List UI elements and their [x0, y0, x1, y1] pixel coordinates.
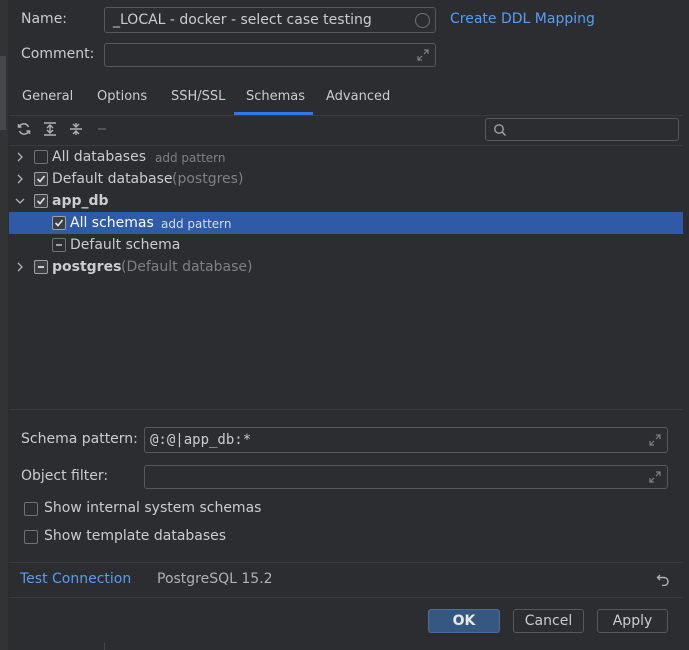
- checkbox-partial[interactable]: [34, 260, 48, 274]
- tab-ssh-ssl[interactable]: SSH/SSL: [171, 89, 225, 104]
- add-pattern-link[interactable]: add pattern: [161, 217, 232, 231]
- name-label: Name:: [21, 11, 68, 27]
- ok-button[interactable]: OK: [428, 609, 500, 633]
- tree-row-default-schema[interactable]: Default schema: [9, 234, 683, 256]
- name-field[interactable]: _LOCAL - docker - select case testing: [104, 7, 436, 33]
- show-template-databases-checkbox[interactable]: [24, 530, 38, 544]
- tree-row-default-database[interactable]: Default database (postgres): [9, 168, 683, 190]
- cancel-button[interactable]: Cancel: [513, 609, 584, 633]
- refresh-icon[interactable]: [17, 122, 31, 136]
- apply-button[interactable]: Apply: [597, 609, 668, 633]
- tree-row-label: All databases: [52, 149, 147, 165]
- expand-all-icon[interactable]: [43, 122, 57, 136]
- chevron-right-icon[interactable]: [15, 174, 25, 184]
- tree-row-label: All schemas: [70, 215, 154, 231]
- checkbox-checked[interactable]: [52, 216, 66, 230]
- tree-row-label: postgres: [52, 259, 122, 275]
- show-internal-schemas-checkbox[interactable]: [24, 502, 38, 516]
- tree-row-label: Default schema: [70, 237, 181, 253]
- object-filter-field[interactable]: [144, 465, 668, 489]
- checkbox[interactable]: [34, 150, 48, 164]
- chevron-down-icon[interactable]: [15, 196, 25, 206]
- tree-row-label: Default database: [52, 171, 173, 187]
- tree-row-detail: (Default database): [121, 259, 253, 275]
- test-connection-link[interactable]: Test Connection: [20, 571, 131, 587]
- check-icon: [36, 175, 46, 183]
- filters-divider: [9, 409, 683, 410]
- tree-row-all-databases[interactable]: All databases add pattern: [9, 146, 683, 168]
- checkbox-checked[interactable]: [34, 172, 48, 186]
- chevron-right-icon[interactable]: [15, 262, 25, 272]
- driver-version: PostgreSQL 15.2: [157, 571, 273, 587]
- tree-row-detail: (postgres): [172, 171, 244, 187]
- expand-icon[interactable]: [649, 434, 661, 446]
- collapse-all-icon[interactable]: [69, 122, 83, 136]
- show-template-databases-label[interactable]: Show template databases: [44, 528, 226, 544]
- expand-icon[interactable]: [649, 471, 661, 483]
- tab-options[interactable]: Options: [97, 89, 147, 104]
- comment-field[interactable]: [104, 43, 436, 67]
- checkbox-partial[interactable]: [52, 238, 66, 252]
- search-icon: [494, 124, 507, 137]
- remove-icon[interactable]: [95, 122, 109, 136]
- expand-icon[interactable]: [417, 49, 429, 61]
- schema-pattern-label: Schema pattern:: [21, 431, 138, 447]
- bottom-edge-marker: [104, 643, 105, 650]
- show-internal-schemas-label[interactable]: Show internal system schemas: [44, 500, 261, 516]
- circle-icon[interactable]: [415, 13, 430, 28]
- tab-general[interactable]: General: [22, 89, 73, 104]
- tree-row-all-schemas[interactable]: All schemas add pattern: [9, 212, 683, 234]
- tab-advanced[interactable]: Advanced: [326, 89, 390, 104]
- check-icon: [54, 219, 64, 227]
- tree-row-postgres[interactable]: postgres (Default database): [9, 256, 683, 278]
- tree-search-field[interactable]: [485, 118, 679, 141]
- undo-icon[interactable]: [656, 572, 670, 586]
- tree-row-label: app_db: [52, 193, 109, 209]
- dash-icon: [56, 244, 62, 246]
- comment-label: Comment:: [21, 46, 95, 62]
- status-divider: [9, 562, 683, 563]
- add-pattern-link[interactable]: add pattern: [155, 151, 226, 165]
- chevron-right-icon[interactable]: [15, 152, 25, 162]
- object-filter-label: Object filter:: [21, 468, 109, 484]
- schema-pattern-value: @:@|app_db:*: [150, 432, 252, 448]
- schema-pattern-field[interactable]: @:@|app_db:*: [144, 427, 668, 453]
- left-scroll-thumb[interactable]: [0, 56, 6, 130]
- dash-icon: [38, 266, 44, 268]
- tab-schemas[interactable]: Schemas: [246, 89, 305, 104]
- name-value: _LOCAL - docker - select case testing: [113, 12, 372, 28]
- tabs-divider: [9, 115, 683, 116]
- check-icon: [36, 197, 46, 205]
- buttons-divider: [9, 597, 683, 598]
- checkbox-checked[interactable]: [34, 194, 48, 208]
- create-ddl-mapping-link[interactable]: Create DDL Mapping: [450, 11, 595, 27]
- tree-row-app-db[interactable]: app_db: [9, 190, 683, 212]
